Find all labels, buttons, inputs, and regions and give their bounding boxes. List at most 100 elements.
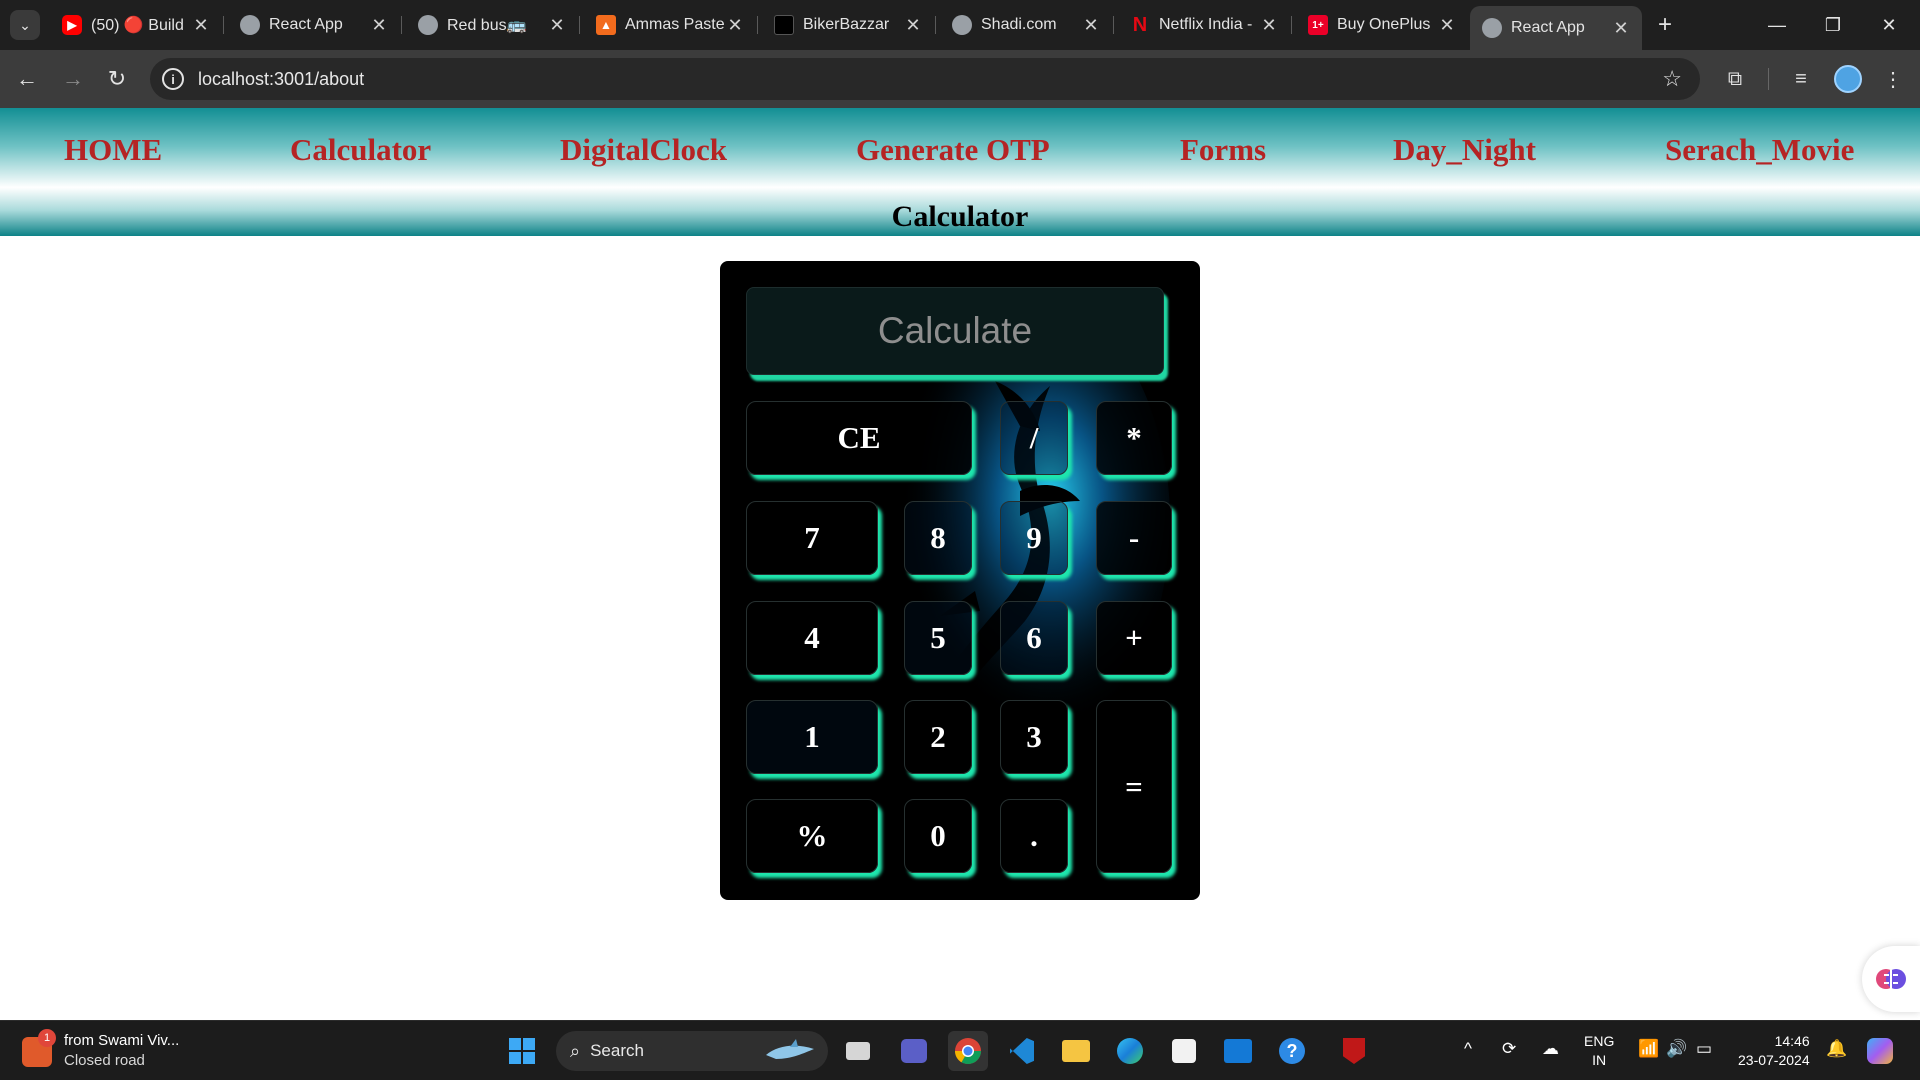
- teams-app[interactable]: [894, 1031, 934, 1071]
- browser-tab[interactable]: BikerBazzar ✕: [762, 8, 934, 42]
- start-button[interactable]: [502, 1031, 542, 1071]
- percent-button[interactable]: %: [746, 799, 878, 873]
- bookmark-star-icon[interactable]: ☆: [1662, 66, 1682, 92]
- plus-button[interactable]: +: [1096, 601, 1172, 675]
- site-info-icon[interactable]: i: [162, 68, 184, 90]
- volume-icon[interactable]: 🔊: [1666, 1039, 1687, 1059]
- file-explorer-app[interactable]: [1056, 1031, 1096, 1071]
- digit-6-button[interactable]: 6: [1000, 601, 1068, 675]
- sync-icon[interactable]: ⟳: [1502, 1039, 1516, 1059]
- digit-2-button[interactable]: 2: [904, 700, 972, 774]
- close-window-button[interactable]: ✕: [1866, 6, 1912, 44]
- nav-link-forms[interactable]: Forms: [1180, 132, 1266, 168]
- extensions-button[interactable]: ⧉: [1720, 64, 1750, 94]
- equals-button[interactable]: =: [1096, 700, 1172, 873]
- close-icon[interactable]: ✕: [1612, 18, 1630, 39]
- close-icon[interactable]: ✕: [904, 15, 922, 36]
- close-icon[interactable]: ✕: [1260, 15, 1278, 36]
- close-icon[interactable]: ✕: [726, 15, 744, 36]
- tab-divider: [757, 16, 758, 34]
- myhp-app[interactable]: [1218, 1031, 1258, 1071]
- browser-tab[interactable]: ▲ Ammas Paste ✕: [584, 8, 756, 42]
- calculator-display-input[interactable]: Calculate: [746, 287, 1164, 375]
- chrome-menu-button[interactable]: ⋮: [1878, 64, 1908, 94]
- floating-assistant-button[interactable]: [1862, 946, 1920, 1012]
- onedrive-off-icon[interactable]: ☁: [1542, 1039, 1559, 1059]
- nav-link-day-night[interactable]: Day_Night: [1393, 132, 1536, 168]
- digit-8-button[interactable]: 8: [904, 501, 972, 575]
- minus-button[interactable]: -: [1096, 501, 1172, 575]
- store-app[interactable]: [1164, 1031, 1204, 1071]
- nav-link-home[interactable]: HOME: [64, 132, 162, 168]
- media-control-button[interactable]: ≡: [1786, 64, 1816, 94]
- clear-button[interactable]: CE: [746, 401, 972, 475]
- browser-tab[interactable]: React App ✕: [228, 8, 400, 42]
- mcafee-app[interactable]: [1334, 1031, 1374, 1071]
- weather-widget[interactable]: 1 from Swami Viv... Closed road: [22, 1029, 179, 1071]
- forward-button[interactable]: →: [58, 64, 88, 94]
- show-hidden-icons-chevron-icon[interactable]: ^: [1464, 1039, 1472, 1059]
- digit-3-button[interactable]: 3: [1000, 700, 1068, 774]
- tab-search-button[interactable]: ⌄: [10, 10, 40, 40]
- vscode-app[interactable]: [1002, 1031, 1042, 1071]
- wifi-icon[interactable]: 📶: [1638, 1039, 1659, 1059]
- new-tab-button[interactable]: +: [1650, 10, 1680, 40]
- browser-toolbar: ← → ↻ i localhost:3001/about ☆ ⧉ ≡ ⋮: [0, 50, 1920, 108]
- language-indicator[interactable]: ENG IN: [1584, 1032, 1614, 1070]
- media-queue-icon: ≡: [1795, 67, 1807, 90]
- chrome-app[interactable]: [948, 1031, 988, 1071]
- close-icon: ✕: [1881, 14, 1897, 35]
- bikerbazzar-logo-icon: [774, 15, 794, 35]
- profile-avatar[interactable]: [1834, 65, 1862, 93]
- divide-button[interactable]: /: [1000, 401, 1068, 475]
- restore-button[interactable]: ❐: [1810, 6, 1856, 44]
- browser-tab[interactable]: Shadi.com ✕: [940, 8, 1112, 42]
- minimize-button[interactable]: —: [1754, 6, 1800, 44]
- multiply-button[interactable]: *: [1096, 401, 1172, 475]
- digit-9-button[interactable]: 9: [1000, 501, 1068, 575]
- taskbar-search[interactable]: ⌕ Search: [556, 1031, 828, 1071]
- notification-bell-icon[interactable]: 🔔: [1826, 1039, 1847, 1059]
- globe-icon: [1482, 18, 1502, 38]
- digit-5-button[interactable]: 5: [904, 601, 972, 675]
- digit-4-button[interactable]: 4: [746, 601, 878, 675]
- arrow-left-icon: ←: [16, 66, 38, 91]
- nav-link-digitalclock[interactable]: DigitalClock: [560, 132, 727, 168]
- store-icon: [1172, 1039, 1196, 1063]
- tab-divider: [1291, 16, 1292, 34]
- browser-tab[interactable]: ▶ (50) 🔴 Build ✕: [50, 8, 222, 42]
- nav-link-generate-otp[interactable]: Generate OTP: [856, 132, 1050, 168]
- tab-title: BikerBazzar: [803, 16, 890, 33]
- browser-tab[interactable]: Red bus🚌 ✕: [406, 8, 578, 42]
- teams-icon: [901, 1039, 927, 1063]
- toolbar-divider: [1768, 68, 1769, 90]
- reload-button[interactable]: ↻: [102, 64, 132, 94]
- browser-tab[interactable]: N Netflix India - ✕: [1118, 8, 1290, 42]
- brain-icon: [1876, 969, 1906, 989]
- windows-logo-icon: [509, 1038, 535, 1064]
- edge-app[interactable]: [1110, 1031, 1150, 1071]
- copilot-button[interactable]: [1860, 1031, 1900, 1071]
- task-view-button[interactable]: [838, 1031, 878, 1071]
- url-text[interactable]: localhost:3001/about: [198, 69, 364, 90]
- close-icon[interactable]: ✕: [548, 15, 566, 36]
- digit-1-button[interactable]: 1: [746, 700, 878, 774]
- tab-title: Red bus🚌: [447, 17, 527, 34]
- close-icon[interactable]: ✕: [192, 15, 210, 36]
- browser-tab[interactable]: 1+ Buy OnePlus ✕: [1296, 8, 1468, 42]
- digit-7-button[interactable]: 7: [746, 501, 878, 575]
- nav-link-calculator[interactable]: Calculator: [290, 132, 431, 168]
- back-button[interactable]: ←: [12, 64, 42, 94]
- get-help-app[interactable]: ?: [1272, 1031, 1312, 1071]
- nav-link-search-movie[interactable]: Serach_Movie: [1665, 132, 1854, 168]
- close-icon[interactable]: ✕: [370, 15, 388, 36]
- close-icon[interactable]: ✕: [1438, 15, 1456, 36]
- address-bar[interactable]: i localhost:3001/about ☆: [150, 58, 1700, 100]
- browser-tab-active[interactable]: React App ✕: [1470, 6, 1642, 50]
- battery-icon[interactable]: ▭: [1696, 1039, 1712, 1059]
- language-code: ENG: [1584, 1033, 1615, 1049]
- decimal-point-button[interactable]: .: [1000, 799, 1068, 873]
- clock[interactable]: 14:46 23-07-2024: [1738, 1032, 1810, 1070]
- close-icon[interactable]: ✕: [1082, 15, 1100, 36]
- digit-0-button[interactable]: 0: [904, 799, 972, 873]
